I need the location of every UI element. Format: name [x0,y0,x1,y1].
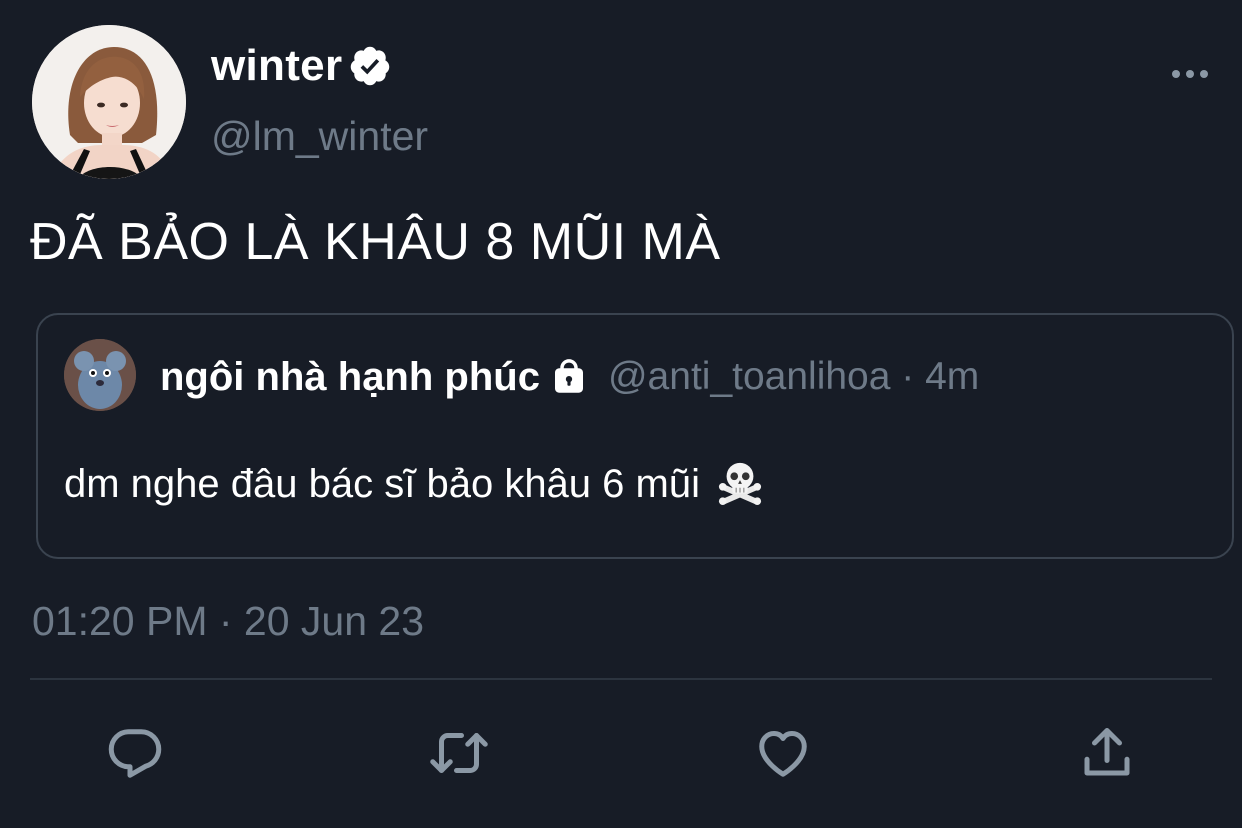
quote-text-line: dm nghe đâu bác sĩ bảo khâu 6 mũi [64,459,763,507]
tweet-text: ĐÃ BẢO LÀ KHÂU 8 MŨI MÀ [30,213,721,271]
quote-text: dm nghe đâu bác sĩ bảo khâu 6 mũi [64,462,700,506]
mouse-avatar-icon [64,339,136,411]
quote-tweet-card[interactable]: ngôi nhà hạnh phúc @anti_toanlihoa · 4m … [36,313,1234,559]
quote-display-name[interactable]: ngôi nhà hạnh phúc [160,355,540,400]
tweet-timestamp[interactable]: 01:20 PM · 20 Jun 23 [32,598,424,645]
like-button[interactable] [752,722,814,784]
more-options-icon[interactable] [1168,62,1212,86]
author-display-name[interactable]: winter [211,41,342,91]
comment-icon [108,729,162,778]
quote-handle-and-time[interactable]: @anti_toanlihoa · 4m [608,355,979,399]
author-name-row: winter [211,38,392,94]
share-icon [1084,728,1130,776]
quote-header: ngôi nhà hạnh phúc @anti_toanlihoa · 4m [160,351,979,403]
author-handle[interactable]: @lm_winter [211,113,428,160]
heart-icon [759,731,807,777]
divider [30,678,1212,680]
skull-and-crossbones-icon [719,462,762,505]
verified-badge-icon [351,46,390,86]
quote-author-avatar[interactable] [64,339,136,411]
lock-icon [554,359,583,393]
author-avatar[interactable] [32,25,186,179]
tweet-detail: winter @lm_winter ĐÃ BẢO LÀ KHÂU 8 MŨI M… [0,0,1242,828]
reply-button[interactable] [104,722,166,784]
share-button[interactable] [1076,722,1138,784]
avatar-photo-icon [32,25,186,179]
retweet-button[interactable] [428,722,490,784]
retweet-icon [430,733,488,773]
